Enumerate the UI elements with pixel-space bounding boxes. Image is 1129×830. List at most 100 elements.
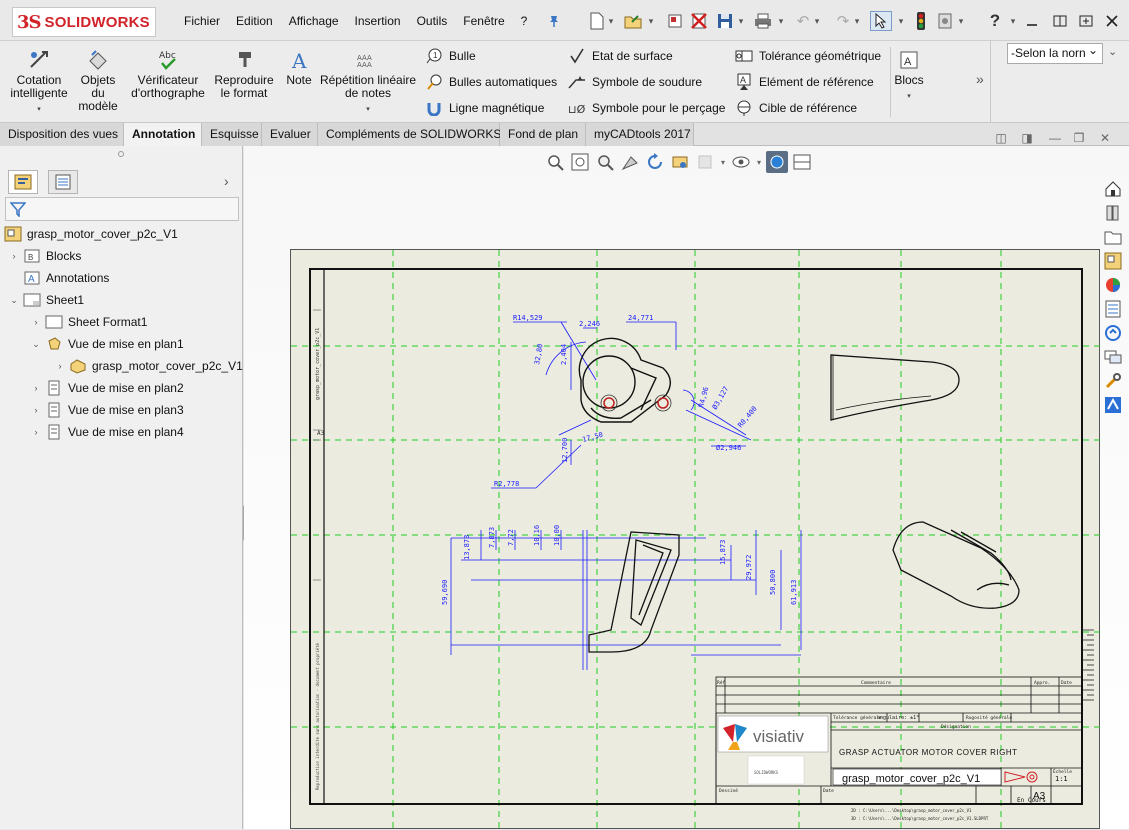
drawing-sheet[interactable]: grasp_motor_cover_p2c_V1 A3 Reproduction…: [290, 249, 1101, 830]
rebuild-icon[interactable]: [910, 11, 932, 31]
help-icon[interactable]: ?: [984, 11, 1006, 31]
drawing-view-3[interactable]: 13,873 7,873 7,72 10,16 10,00 15,873 29,…: [441, 525, 802, 670]
datum-target-button[interactable]: Cible de référence: [735, 98, 857, 118]
display-style-icon[interactable]: [694, 151, 716, 173]
custom-properties-icon[interactable]: [1102, 298, 1124, 320]
chevron-down-icon[interactable]: ▾: [956, 11, 966, 31]
chevron-right-icon[interactable]: ›: [30, 405, 42, 415]
format-painter-button[interactable]: Reproduire le format: [212, 49, 276, 100]
tree-item-part[interactable]: › grasp_motor_cover_p2c_V1: [54, 356, 243, 376]
tree-item-view3[interactable]: › Vue de mise en plan3: [30, 400, 184, 420]
tree-item-view2[interactable]: › Vue de mise en plan2: [30, 378, 184, 398]
next-sheet-icon[interactable]: ◨: [1018, 131, 1036, 147]
appearance-icon[interactable]: [766, 151, 788, 173]
menu-fenetre[interactable]: Fenêtre: [455, 14, 512, 28]
tab-annotation[interactable]: Annotation: [124, 123, 202, 146]
chevron-right-icon[interactable]: ›: [8, 251, 20, 261]
chevron-down-icon[interactable]: ▾: [776, 11, 786, 31]
menu-affichage[interactable]: Affichage: [281, 14, 347, 28]
viewport-close-icon[interactable]: ✕: [1096, 131, 1114, 147]
make-drawing-icon[interactable]: [664, 11, 686, 31]
view-palette-icon[interactable]: [1102, 250, 1124, 272]
linear-note-pattern-button[interactable]: AAA AAA Répétition linéaire de notes ▾: [318, 49, 418, 116]
tab-esquisse[interactable]: Esquisse: [202, 123, 262, 146]
balloon-button[interactable]: 1 Bulle: [425, 46, 476, 66]
tree-item-sheet1[interactable]: ⌄ Sheet1: [8, 290, 84, 310]
chevron-down-icon[interactable]: ⌄: [30, 339, 42, 350]
magnetic-line-button[interactable]: Ligne magnétique: [425, 98, 544, 118]
zoom-selection-icon[interactable]: [594, 151, 616, 173]
chevron-down-icon[interactable]: ▾: [736, 11, 746, 31]
auto-balloon-button[interactable]: Bulles automatiques: [425, 72, 557, 92]
menu-insertion[interactable]: Insertion: [347, 14, 409, 28]
chevron-down-icon[interactable]: ▾: [606, 11, 616, 31]
home-icon[interactable]: [1102, 178, 1124, 200]
minimize-icon[interactable]: [1020, 10, 1044, 32]
rotate-view-icon[interactable]: [644, 151, 666, 173]
chevron-right-icon[interactable]: ›: [30, 317, 42, 327]
undo-icon[interactable]: ↶: [792, 11, 814, 31]
previous-sheet-icon[interactable]: ◫: [992, 131, 1010, 147]
tree-item-annotations[interactable]: A Annotations: [8, 268, 109, 288]
chevron-down-icon[interactable]: ▾: [812, 11, 822, 31]
forum-icon[interactable]: [1102, 346, 1124, 368]
menu-edition[interactable]: Edition: [228, 14, 281, 28]
pin-icon[interactable]: [543, 11, 565, 31]
collapse-ribbon-icon[interactable]: ⌄: [1108, 45, 1117, 58]
hide-show-items-icon[interactable]: [730, 151, 752, 173]
tab-mycadtools[interactable]: myCADtools 2017: [586, 123, 694, 146]
tab-evaluer[interactable]: Evaluer: [262, 123, 318, 146]
weld-symbol-button[interactable]: Symbole de soudure: [568, 72, 702, 92]
hole-callout-button[interactable]: ⊔Ø Symbole pour le perçage: [568, 98, 725, 118]
zoom-to-fit-icon[interactable]: [544, 151, 566, 173]
tab-fond-de-plan[interactable]: Fond de plan: [500, 123, 586, 146]
mycadtools-icon[interactable]: [1102, 394, 1124, 416]
chevron-down-icon[interactable]: ▾: [1008, 11, 1018, 31]
spell-checker-button[interactable]: Abc Vérificateur d'orthographe: [126, 49, 210, 100]
layer-select[interactable]: -Selon la norn: [1007, 43, 1103, 64]
save-icon[interactable]: [714, 11, 736, 31]
section-view-icon[interactable]: [791, 151, 813, 173]
tools-icon[interactable]: [1102, 370, 1124, 392]
view-settings-icon[interactable]: [619, 151, 641, 173]
chevron-right-icon[interactable]: ›: [224, 173, 229, 189]
ribbon-more-icon[interactable]: »: [976, 71, 984, 87]
datum-feature-button[interactable]: A Elément de référence: [735, 72, 874, 92]
chevron-down-icon[interactable]: ▾: [646, 11, 656, 31]
tree-item-view4[interactable]: › Vue de mise en plan4: [30, 422, 184, 442]
close-document-icon[interactable]: [688, 11, 710, 31]
property-manager-tab-icon[interactable]: [48, 170, 78, 194]
close-icon[interactable]: [1100, 10, 1124, 32]
surface-finish-button[interactable]: Etat de surface: [568, 46, 673, 66]
panel-grip-icon[interactable]: [118, 151, 124, 157]
note-button[interactable]: A Note: [280, 49, 318, 87]
redo-icon[interactable]: ↷: [832, 11, 854, 31]
tree-root[interactable]: grasp_motor_cover_p2c_V1: [4, 224, 178, 244]
chevron-down-icon[interactable]: ▾: [318, 103, 418, 116]
zoom-area-icon[interactable]: [569, 151, 591, 173]
print-icon[interactable]: [752, 11, 774, 31]
chevron-down-icon[interactable]: ▾: [6, 103, 72, 116]
options-icon[interactable]: [934, 11, 956, 31]
tree-item-blocks[interactable]: › B Blocks: [8, 246, 82, 266]
drawing-view-1[interactable]: R14,529 2,246 24,771 32,80 2,404 R4,96 Ø…: [491, 314, 759, 489]
chevron-right-icon[interactable]: ›: [30, 383, 42, 393]
menu-fichier[interactable]: Fichier: [176, 14, 228, 28]
chevron-right-icon[interactable]: ›: [54, 361, 66, 371]
chevron-down-icon[interactable]: ▾: [892, 90, 926, 103]
chevron-down-icon[interactable]: ⌄: [8, 295, 20, 306]
model-items-button[interactable]: Objets du modèle: [74, 49, 122, 113]
feature-tree-tab-icon[interactable]: [8, 170, 38, 194]
solidworks-logo[interactable]: 3S SOLIDWORKS: [12, 7, 156, 37]
drawing-view-2[interactable]: [830, 354, 960, 421]
tree-item-sheet-format1[interactable]: › Sheet Format1: [30, 312, 148, 332]
open-file-icon[interactable]: [622, 11, 644, 31]
chevron-down-icon[interactable]: ▾: [852, 11, 862, 31]
apply-scene-icon[interactable]: [669, 151, 691, 173]
blocks-button[interactable]: A Blocs ▾: [892, 49, 926, 103]
file-explorer-icon[interactable]: [1102, 226, 1124, 248]
appearances-icon[interactable]: [1102, 274, 1124, 296]
sync-icon[interactable]: [1102, 322, 1124, 344]
tab-disposition-des-vues[interactable]: Disposition des vues: [0, 123, 124, 146]
select-cursor-icon[interactable]: [870, 11, 892, 31]
